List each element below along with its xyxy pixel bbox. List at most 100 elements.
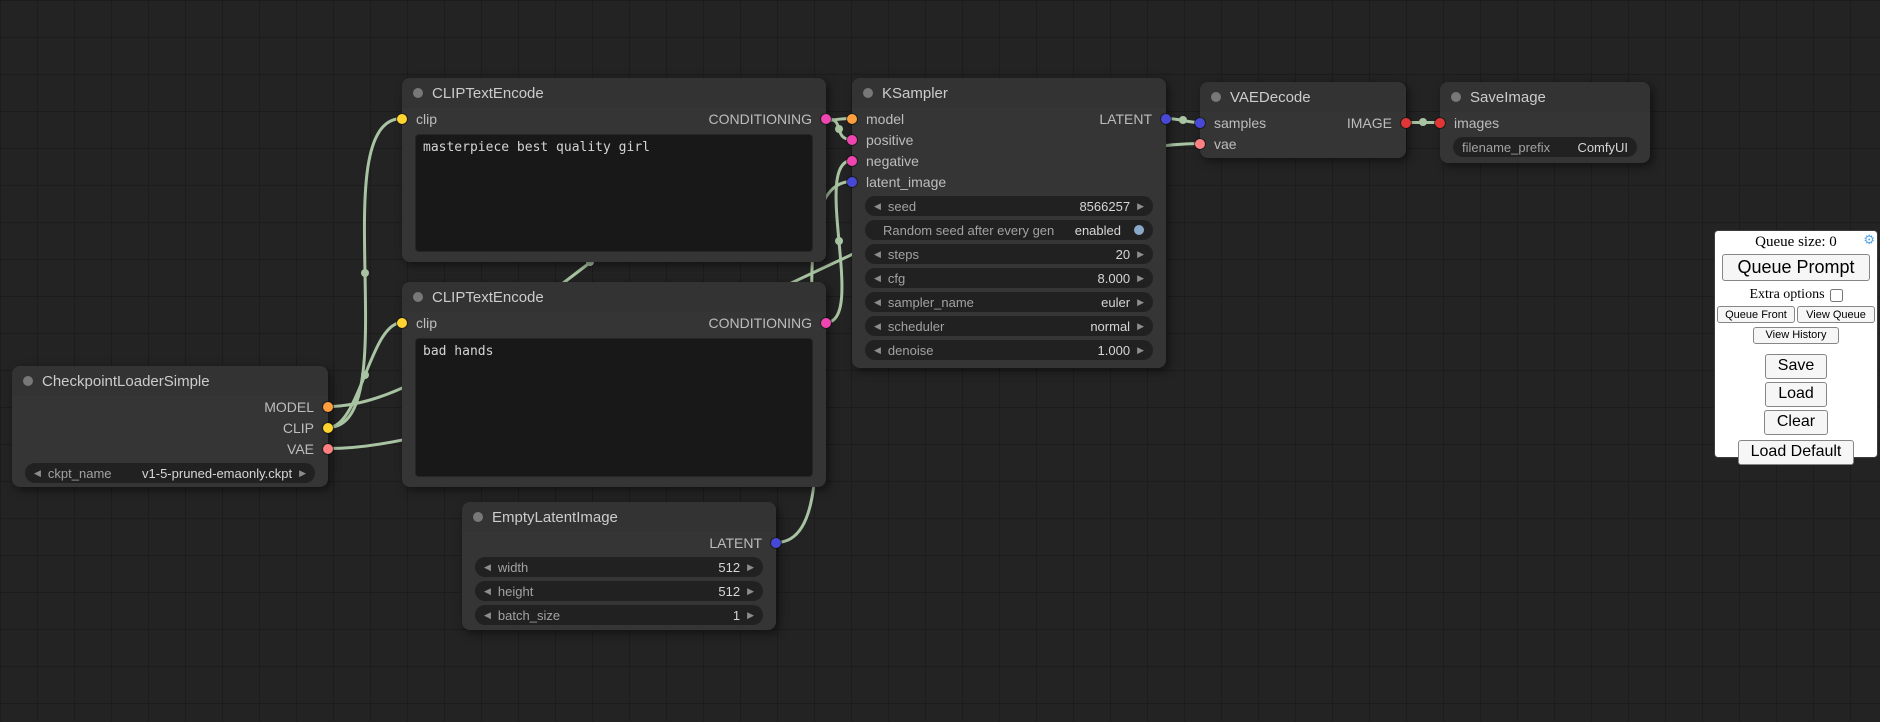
node-collapse-dot[interactable]	[413, 88, 423, 98]
view-history-button[interactable]: View History	[1753, 327, 1839, 344]
queue-prompt-button[interactable]: Queue Prompt	[1722, 254, 1870, 281]
node-title-bar[interactable]: CheckpointLoaderSimple	[12, 366, 328, 396]
node-clip-text-encode-negative[interactable]: CLIPTextEncode clip CONDITIONING bad han…	[402, 282, 826, 487]
node-collapse-dot[interactable]	[863, 88, 873, 98]
arrow-right-icon[interactable]: ▶	[1137, 202, 1144, 211]
conditioning-output-slot[interactable]	[821, 114, 831, 124]
save-button[interactable]: Save	[1765, 354, 1827, 379]
node-collapse-dot[interactable]	[23, 376, 33, 386]
positive-input-slot[interactable]	[847, 135, 857, 145]
node-title-bar[interactable]: CLIPTextEncode	[402, 282, 826, 312]
node-graph-canvas[interactable]: CheckpointLoaderSimple MODEL CLIP VAE ◀ …	[0, 0, 1880, 722]
node-collapse-dot[interactable]	[1451, 92, 1461, 102]
view-queue-button[interactable]: View Queue	[1797, 306, 1875, 323]
sampler-name-widget[interactable]: ◀ sampler_name euler ▶	[865, 292, 1153, 312]
clip-input-slot[interactable]	[397, 318, 407, 328]
clip-input-slot[interactable]	[397, 114, 407, 124]
clip-output-slot[interactable]	[323, 423, 333, 433]
negative-prompt-textarea[interactable]: bad hands	[415, 338, 813, 477]
latent-image-input-slot[interactable]	[847, 177, 857, 187]
widget-value[interactable]: v1-5-pruned-emaonly.ckpt	[142, 466, 292, 481]
batch-size-widget[interactable]: ◀ batch_size 1 ▶	[475, 605, 763, 625]
node-title-bar[interactable]: SaveImage	[1440, 82, 1650, 112]
node-collapse-dot[interactable]	[473, 512, 483, 522]
arrow-left-icon[interactable]: ◀	[874, 346, 881, 355]
vae-output-slot[interactable]	[323, 444, 333, 454]
conditioning-output-slot[interactable]	[821, 318, 831, 328]
settings-gear-icon[interactable]: ⚙	[1863, 232, 1875, 248]
scheduler-widget[interactable]: ◀ scheduler normal ▶	[865, 316, 1153, 336]
toggle-indicator-dot[interactable]	[1134, 225, 1144, 235]
positive-prompt-textarea[interactable]: masterpiece best quality girl	[415, 134, 813, 252]
width-widget[interactable]: ◀ width 512 ▶	[475, 557, 763, 577]
node-checkpoint-loader-simple[interactable]: CheckpointLoaderSimple MODEL CLIP VAE ◀ …	[12, 366, 328, 487]
arrow-right-icon[interactable]: ▶	[747, 611, 754, 620]
widget-value[interactable]: 8.000	[1098, 271, 1131, 286]
model-output-slot[interactable]	[323, 402, 333, 412]
widget-value[interactable]: 1.000	[1098, 343, 1131, 358]
queue-front-button[interactable]: Queue Front	[1717, 306, 1795, 323]
node-empty-latent-image[interactable]: EmptyLatentImage LATENT ◀ width 512 ▶ ◀ …	[462, 502, 776, 630]
image-output-slot[interactable]	[1401, 118, 1411, 128]
widget-value[interactable]: 20	[1116, 247, 1130, 262]
seed-widget[interactable]: ◀ seed 8566257 ▶	[865, 196, 1153, 216]
node-title-bar[interactable]: KSampler	[852, 78, 1166, 108]
widget-value[interactable]: 8566257	[1079, 199, 1130, 214]
arrow-left-icon[interactable]: ◀	[484, 563, 491, 572]
latent-output-slot[interactable]	[771, 538, 781, 548]
widget-value[interactable]: 512	[718, 560, 740, 575]
input-label-negative: negative	[866, 153, 919, 169]
ckpt-name-widget[interactable]: ◀ ckpt_name v1-5-pruned-emaonly.ckpt ▶	[25, 463, 315, 483]
arrow-right-icon[interactable]: ▶	[1137, 250, 1144, 259]
steps-widget[interactable]: ◀ steps 20 ▶	[865, 244, 1153, 264]
arrow-right-icon[interactable]: ▶	[747, 563, 754, 572]
arrow-right-icon[interactable]: ▶	[1137, 322, 1144, 331]
arrow-left-icon[interactable]: ◀	[874, 322, 881, 331]
arrow-left-icon[interactable]: ◀	[484, 587, 491, 596]
arrow-left-icon[interactable]: ◀	[874, 202, 881, 211]
output-label-clip: CLIP	[283, 420, 314, 436]
widget-value[interactable]: normal	[1090, 319, 1130, 334]
extra-options-checkbox[interactable]	[1830, 289, 1843, 302]
node-collapse-dot[interactable]	[413, 292, 423, 302]
node-title: VAEDecode	[1230, 89, 1311, 106]
node-title-bar[interactable]: EmptyLatentImage	[462, 502, 776, 532]
samples-input-slot[interactable]	[1195, 118, 1205, 128]
widget-value[interactable]: 512	[718, 584, 740, 599]
cfg-widget[interactable]: ◀ cfg 8.000 ▶	[865, 268, 1153, 288]
arrow-right-icon[interactable]: ▶	[1137, 274, 1144, 283]
node-vae-decode[interactable]: VAEDecode samples IMAGE vae	[1200, 82, 1406, 158]
arrow-right-icon[interactable]: ▶	[299, 469, 306, 478]
latent-output-slot[interactable]	[1161, 114, 1171, 124]
arrow-left-icon[interactable]: ◀	[484, 611, 491, 620]
negative-input-slot[interactable]	[847, 156, 857, 166]
widget-value[interactable]: 1	[733, 608, 740, 623]
vae-input-slot[interactable]	[1195, 139, 1205, 149]
arrow-left-icon[interactable]: ◀	[34, 469, 41, 478]
denoise-widget[interactable]: ◀ denoise 1.000 ▶	[865, 340, 1153, 360]
arrow-right-icon[interactable]: ▶	[1137, 298, 1144, 307]
arrow-left-icon[interactable]: ◀	[874, 298, 881, 307]
output-label-conditioning: CONDITIONING	[709, 111, 812, 127]
widget-value[interactable]: ComfyUI	[1577, 140, 1628, 155]
node-title-bar[interactable]: CLIPTextEncode	[402, 78, 826, 108]
filename-prefix-widget[interactable]: filename_prefix ComfyUI	[1453, 137, 1637, 157]
clear-button[interactable]: Clear	[1764, 410, 1828, 435]
arrow-left-icon[interactable]: ◀	[874, 274, 881, 283]
height-widget[interactable]: ◀ height 512 ▶	[475, 581, 763, 601]
load-default-button[interactable]: Load Default	[1738, 440, 1855, 465]
node-title-bar[interactable]: VAEDecode	[1200, 82, 1406, 112]
random-seed-toggle-widget[interactable]: Random seed after every gen enabled	[865, 220, 1153, 240]
node-clip-text-encode-positive[interactable]: CLIPTextEncode clip CONDITIONING masterp…	[402, 78, 826, 262]
node-ksampler[interactable]: KSampler model LATENT positive negative …	[852, 78, 1166, 368]
output-label-conditioning: CONDITIONING	[709, 315, 812, 331]
model-input-slot[interactable]	[847, 114, 857, 124]
load-button[interactable]: Load	[1765, 382, 1827, 407]
arrow-right-icon[interactable]: ▶	[747, 587, 754, 596]
node-save-image[interactable]: SaveImage images filename_prefix ComfyUI	[1440, 82, 1650, 163]
arrow-right-icon[interactable]: ▶	[1137, 346, 1144, 355]
images-input-slot[interactable]	[1435, 118, 1445, 128]
arrow-left-icon[interactable]: ◀	[874, 250, 881, 259]
widget-value[interactable]: euler	[1101, 295, 1130, 310]
node-collapse-dot[interactable]	[1211, 92, 1221, 102]
